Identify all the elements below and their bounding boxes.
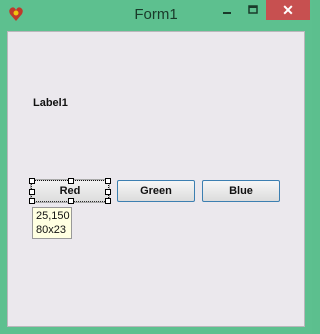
resize-handle-bottom[interactable] (68, 198, 74, 204)
minimize-button[interactable] (214, 0, 240, 20)
green-button[interactable]: Green (117, 180, 195, 202)
minimize-icon (223, 12, 231, 14)
resize-handle-right[interactable] (105, 189, 111, 195)
resize-handle-top-right[interactable] (105, 178, 111, 184)
tooltip-size: 80x23 (36, 224, 66, 236)
tooltip-location: 25,150 (36, 210, 70, 222)
resize-handle-bottom-left[interactable] (29, 198, 35, 204)
maximize-icon (248, 5, 258, 14)
maximize-button[interactable] (240, 0, 266, 20)
resize-handle-top-left[interactable] (29, 178, 35, 184)
blue-button[interactable]: Blue (202, 180, 280, 202)
close-button[interactable]: ✕ (266, 0, 310, 20)
red-button-label: Red (59, 185, 81, 197)
green-button-label: Green (140, 185, 172, 197)
resize-handle-bottom-right[interactable] (105, 198, 111, 204)
resize-handle-top[interactable] (68, 178, 74, 184)
form1-window: Form1 ✕ Label1 Red Green Blue 25,150 80x… (0, 0, 312, 334)
form-client-area: Label1 Red Green Blue 25,150 80x23 (7, 31, 305, 327)
title-bar[interactable]: Form1 ✕ (0, 0, 312, 30)
blue-button-label: Blue (229, 185, 253, 197)
label1[interactable]: Label1 (33, 97, 68, 109)
close-icon: ✕ (282, 1, 294, 18)
red-button[interactable]: Red (29, 178, 111, 204)
designer-location-size-tooltip: 25,150 80x23 (32, 207, 72, 239)
resize-handle-left[interactable] (29, 189, 35, 195)
